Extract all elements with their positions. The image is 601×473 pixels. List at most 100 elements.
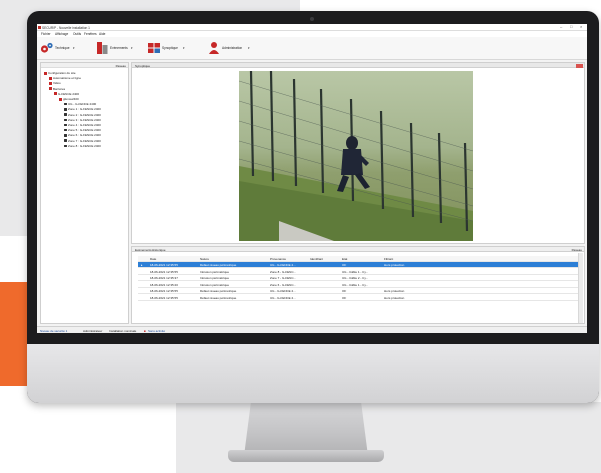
chevron-down-icon: ▾ (248, 46, 250, 50)
table-cell: Hors protection (384, 295, 405, 300)
menu-affichage[interactable]: Affichage (55, 32, 68, 36)
tree-node[interactable]: gfence2400 (59, 97, 79, 101)
flag-icon (44, 71, 47, 75)
table-cell: Zone 8 - G-FENC... (270, 269, 297, 274)
column-nature[interactable]: Nature (200, 257, 266, 261)
table-row[interactable]: 18-06-2021 12:35:20 Intrusion périmétriqu… (138, 282, 578, 288)
events-scrollbar[interactable] (578, 253, 583, 323)
webcam-dot (310, 17, 314, 21)
menu-outils[interactable]: Outils (73, 32, 81, 36)
status-security-level[interactable]: Niveau de sécurité 1 (40, 329, 67, 333)
title-bar: SECUR/P - Nouvelle installation 1 – □ × (37, 24, 587, 31)
column-identifiant[interactable]: Identifiant (310, 257, 338, 261)
tab-historique[interactable]: Historique (152, 248, 166, 252)
tree-header: Réseau (41, 63, 128, 68)
tree-node-label: Zone 6 : G-FENCE 2400 (68, 133, 101, 138)
tree-node[interactable]: UG - G-FENCE 2400 (64, 102, 96, 106)
events-label: Evénements (110, 46, 128, 50)
tree-node[interactable]: Vidéo (49, 81, 61, 85)
table-cell: Hors protection (384, 263, 405, 268)
monitor-stand-base (228, 450, 384, 462)
column-provenance[interactable]: Provenance (270, 257, 306, 261)
monitor-chin (27, 344, 599, 403)
row-indicator-icon: ▸ (141, 263, 143, 268)
table-cell: Intrusion périmétrique (200, 276, 230, 281)
events-tabs: Evénements Historique Réseau (132, 247, 584, 252)
table-cell: 18-06-2021 12:35:20 (150, 282, 178, 287)
table-cell: Intrusion périmétrique (200, 282, 230, 287)
synoptic-button[interactable]: Synoptique ▾ (147, 41, 203, 56)
minimize-button[interactable]: – (560, 25, 562, 29)
tree-node[interactable]: Zone 3 : G-FENCE 2400 (64, 118, 101, 122)
tree-node[interactable]: Zone 5 : G-FENCE 2400 (64, 128, 101, 132)
table-cell: UG - Câble 2 - Cy... (342, 276, 369, 281)
table-cell: UG - G-FENCE 2... (270, 289, 296, 294)
flag-icon (59, 97, 62, 101)
events-network-label: Réseau (571, 247, 582, 252)
tree-node-label: gfence2400 (63, 97, 79, 101)
column-filtrant[interactable]: Filtrant (384, 257, 424, 261)
synoptic-close-button[interactable] (576, 63, 583, 68)
camera-icon (64, 134, 67, 137)
table-cell: Zone 6 - G-FENC... (270, 282, 297, 287)
flag-icon (54, 92, 57, 96)
table-cell: 18-06-2021 12:35:55 (150, 263, 178, 268)
menu-fichier[interactable]: Fichier (41, 32, 51, 36)
table-cell: Zone 7 - G-FENC... (270, 276, 297, 281)
table-cell: 18-06-2021 12:35:55 (150, 295, 178, 300)
table-cell: Défaut réseau périmétrique (200, 263, 237, 268)
technique-icon (40, 42, 53, 53)
table-row[interactable]: 18-06-2021 12:35:55 Défaut réseau périmét… (138, 295, 578, 301)
table-cell: 18-06-2021 12:35:55 (150, 289, 178, 294)
table-row[interactable]: 18-06-2021 12:35:55 Intrusion périmétriqu… (138, 269, 578, 275)
chevron-down-icon: ▾ (131, 46, 133, 50)
tree-node-label: Zone 3 : G-FENCE 2400 (68, 117, 101, 122)
table-cell: Défaut réseau périmétrique (200, 295, 237, 300)
fence-scene-image (239, 71, 473, 241)
maximize-button[interactable]: □ (570, 25, 572, 29)
tree-node-label: Automatisme et ligne (53, 76, 82, 81)
tree-node[interactable]: Configuration du site (44, 71, 76, 75)
tree-header-label: Réseau (115, 63, 126, 68)
tree-node[interactable]: Zone 6 : G-FENCE 2400 (64, 133, 101, 137)
tree-node[interactable]: Zone 4 : G-FENCE 2400 (64, 123, 101, 127)
tree-node[interactable]: Barrières (49, 87, 65, 91)
status-activity[interactable]: Sans activité (148, 329, 165, 333)
technique-button[interactable]: Technique ▾ (40, 41, 92, 56)
events-button[interactable]: Evénements ▾ (95, 41, 145, 56)
network-tree-panel: Réseau Configuration du site Automatisme … (40, 62, 129, 324)
tree-node[interactable]: Zone 7 : G-FENCE 2400 (64, 139, 101, 143)
tree-node[interactable]: G-FENCE 2400 (54, 92, 79, 96)
camera-icon (64, 139, 67, 142)
tree-node[interactable]: Zone 1 : G-FENCE 2400 (64, 107, 101, 111)
column-date[interactable]: Date (150, 257, 196, 261)
monitor-stand (244, 398, 368, 456)
tree-node[interactable]: Automatisme et ligne (49, 76, 81, 80)
table-row[interactable]: 18-06-2021 12:35:55 Défaut réseau périmét… (138, 288, 578, 294)
tree-node[interactable]: Zone 2 : G-FENCE 2400 (64, 113, 101, 117)
flag-icon (49, 76, 52, 80)
tab-evenements[interactable]: Evénements (135, 248, 152, 252)
column-etat[interactable]: Etat (342, 257, 380, 261)
table-row[interactable]: ▸ 18-06-2021 12:35:55 Défaut réseau périmé… (138, 262, 578, 268)
tree-node[interactable]: Zone 8 : G-FENCE 2400 (64, 144, 101, 148)
table-row[interactable]: 18-06-2021 12:35:37 Intrusion périmétriqu… (138, 275, 578, 281)
camera-video-feed[interactable] (239, 71, 473, 241)
menu-fenetres[interactable]: Fenêtres (84, 32, 97, 36)
tree-node-label: Vidéo (53, 81, 61, 86)
camera-icon (64, 144, 67, 148)
tree-node-label: Configuration du site (48, 71, 76, 75)
administration-button[interactable]: Administration ▾ (207, 41, 277, 56)
synoptic-title: Synoptique (135, 63, 151, 68)
events-icon (97, 42, 108, 54)
close-button[interactable]: × (580, 25, 582, 29)
camera-icon (64, 128, 67, 132)
flag-icon (49, 81, 52, 85)
menu-aide[interactable]: Aide (99, 32, 105, 36)
chevron-down-icon: ▾ (183, 46, 185, 50)
app-logo-icon (38, 25, 41, 29)
synoptic-icon (148, 43, 160, 53)
table-cell: 18-06-2021 12:35:37 (150, 276, 178, 281)
app-window: SECUR/P - Nouvelle installation 1 – □ × … (37, 24, 587, 333)
administration-label: Administration (222, 46, 243, 50)
